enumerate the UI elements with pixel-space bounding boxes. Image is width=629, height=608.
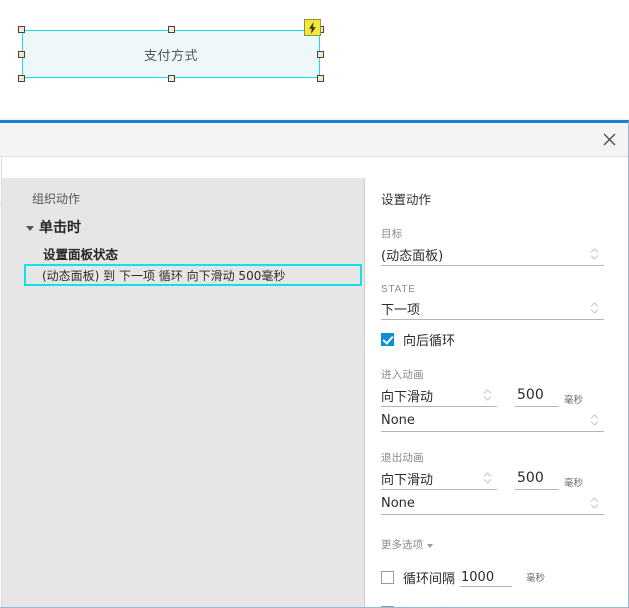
close-icon[interactable] bbox=[598, 128, 620, 150]
dialog-titlebar[interactable] bbox=[0, 123, 628, 157]
spinner-arrows-icon[interactable] bbox=[589, 412, 600, 428]
event-onclick-row[interactable]: 单击时 bbox=[26, 217, 81, 237]
exit-duration-unit: 毫秒 bbox=[564, 478, 584, 489]
loop-interval-checkbox[interactable] bbox=[381, 571, 394, 584]
resize-handle-n[interactable] bbox=[168, 26, 175, 33]
exit-animation-value: 向下滑动 bbox=[381, 472, 434, 488]
show-if-hidden-checkbox[interactable] bbox=[381, 606, 394, 607]
design-canvas[interactable]: 支付方式 bbox=[0, 0, 629, 118]
spinner-arrows-icon[interactable] bbox=[482, 470, 493, 486]
target-label: 目标 bbox=[381, 228, 403, 240]
spinner-arrows-icon[interactable] bbox=[589, 300, 600, 316]
target-value: (动态面板) bbox=[381, 248, 444, 264]
action-item-label: (动态面板) 到 下一项 循环 向下滑动 500毫秒 bbox=[42, 268, 286, 283]
action-item-selected[interactable]: (动态面板) 到 下一项 循环 向下滑动 500毫秒 bbox=[24, 264, 362, 286]
organize-actions-title: 组织动作 bbox=[32, 192, 81, 206]
wrap-checkbox-row[interactable]: 向后循环 bbox=[381, 330, 604, 349]
resize-handle-s[interactable] bbox=[168, 75, 175, 82]
resize-handle-se[interactable] bbox=[317, 75, 324, 82]
option-show-if-hidden-row[interactable]: 如果隐藏则显示 bbox=[381, 603, 604, 607]
interaction-editor-dialog: 组织动作 单击时 设置面板状态 (动态面板) 到 下一项 循环 向下滑动 500… bbox=[0, 120, 629, 608]
event-label: 单击时 bbox=[39, 220, 81, 236]
exit-duration-input[interactable] bbox=[515, 468, 559, 490]
wrap-checkbox[interactable] bbox=[381, 333, 394, 346]
widget-label: 支付方式 bbox=[143, 48, 198, 64]
selected-widget-wrapper[interactable]: 支付方式 bbox=[18, 19, 324, 82]
enter-animation-value: 向下滑动 bbox=[381, 389, 434, 405]
settings-title: 设置动作 bbox=[381, 192, 432, 207]
spinner-arrows-icon[interactable] bbox=[482, 387, 493, 403]
more-options-label: 更多选项 bbox=[381, 539, 423, 551]
exit-animation-secondary-value: None bbox=[381, 495, 415, 511]
exit-animation-select[interactable]: 向下滑动 bbox=[381, 467, 497, 490]
lightning-bolt-icon[interactable] bbox=[304, 19, 321, 36]
exit-animation-label: 退出动画 bbox=[381, 452, 424, 464]
enter-duration-input[interactable] bbox=[515, 385, 559, 407]
option-loop-interval-row[interactable]: 循环间隔 毫秒 bbox=[381, 568, 604, 587]
resize-handle-nw[interactable] bbox=[18, 26, 25, 33]
wrap-checkbox-label: 向后循环 bbox=[403, 334, 456, 349]
state-value: 下一项 bbox=[381, 302, 421, 318]
more-options-toggle[interactable]: 更多选项 bbox=[381, 537, 604, 552]
state-select[interactable]: 下一项 bbox=[381, 297, 604, 320]
spinner-arrows-icon[interactable] bbox=[589, 495, 600, 511]
dialog-body: 组织动作 单击时 设置面板状态 (动态面板) 到 下一项 循环 向下滑动 500… bbox=[0, 157, 628, 607]
caret-down-icon bbox=[26, 225, 34, 231]
target-select[interactable]: (动态面板) bbox=[381, 243, 604, 266]
spinner-arrows-icon[interactable] bbox=[589, 246, 600, 262]
exit-duration-wrap: 毫秒 bbox=[515, 468, 583, 490]
configure-actions-panel: 设置动作 目标 (动态面板) STATE 下一项 向后循环 进入动画 向下滑动 … bbox=[365, 178, 620, 607]
exit-animation-secondary-select[interactable]: None bbox=[381, 492, 604, 515]
enter-animation-secondary-value: None bbox=[381, 412, 415, 428]
enter-animation-label: 进入动画 bbox=[381, 369, 424, 381]
search-input[interactable] bbox=[0, 179, 1, 204]
widget-payment-method[interactable]: 支付方式 bbox=[22, 30, 320, 78]
exit-animation-row: 向下滑动 毫秒 bbox=[381, 465, 604, 490]
resize-handle-w[interactable] bbox=[18, 51, 25, 58]
case-label: 设置面板状态 bbox=[43, 247, 119, 262]
loop-interval-unit: 毫秒 bbox=[526, 573, 546, 584]
state-label: STATE bbox=[381, 284, 416, 295]
resize-handle-e[interactable] bbox=[317, 51, 324, 58]
enter-animation-secondary-select[interactable]: None bbox=[381, 409, 604, 432]
loop-interval-input[interactable] bbox=[460, 568, 513, 587]
enter-animation-row: 向下滑动 毫秒 bbox=[381, 382, 604, 407]
organize-actions-panel: 组织动作 单击时 设置面板状态 (动态面板) 到 下一项 循环 向下滑动 500… bbox=[2, 178, 365, 607]
resize-handle-sw[interactable] bbox=[18, 75, 25, 82]
caret-down-icon bbox=[427, 543, 433, 548]
loop-interval-label: 循环间隔 bbox=[403, 572, 456, 587]
show-if-hidden-label: 如果隐藏则显示 bbox=[403, 603, 494, 607]
enter-animation-select[interactable]: 向下滑动 bbox=[381, 384, 497, 407]
enter-duration-unit: 毫秒 bbox=[564, 395, 584, 406]
enter-duration-wrap: 毫秒 bbox=[515, 385, 583, 407]
